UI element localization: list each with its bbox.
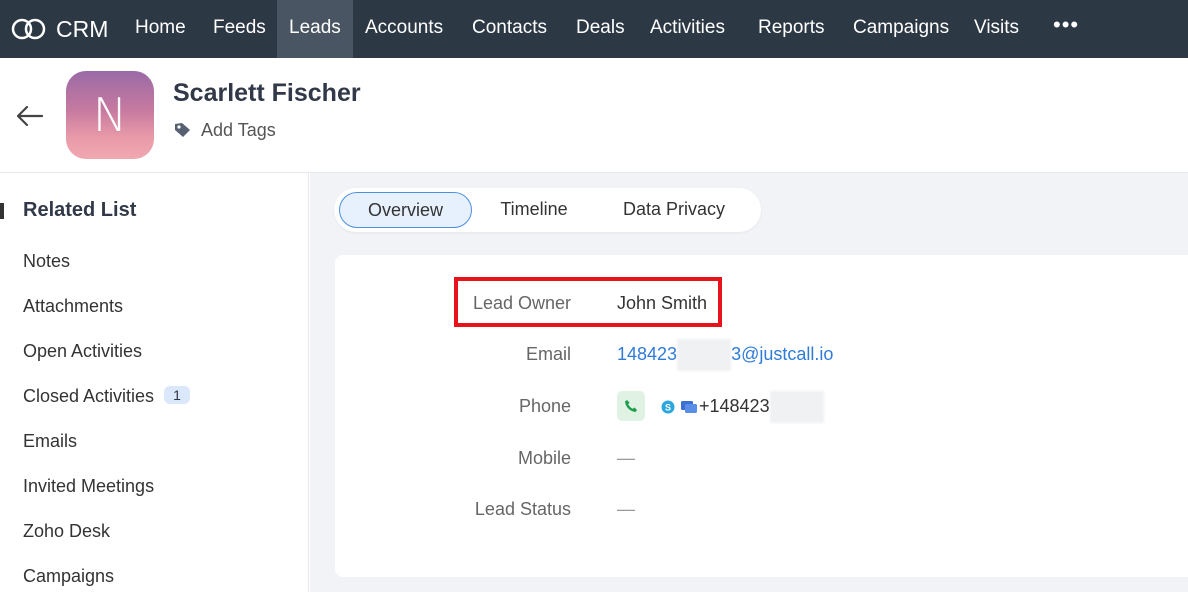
nav-campaigns[interactable]: Campaigns [841,0,961,58]
phone-call-icon [625,400,637,412]
call-button[interactable] [617,391,645,421]
related-list-marker [0,203,4,219]
phone-channel-icons[interactable]: S [661,399,701,415]
related-list-title: Related List [23,199,137,221]
nav-reports[interactable]: Reports [746,0,837,58]
redacted-block [677,339,732,372]
sidebar-item-notes[interactable]: Notes [23,251,70,272]
add-tags-link[interactable]: Add Tags [201,120,276,141]
overview-card: Lead Owner John Smith Email 148423 3@just… [335,255,1188,577]
nav-feeds[interactable]: Feeds [201,0,278,58]
lead-status-label: Lead Status [474,499,571,519]
skype-icon[interactable]: S [661,400,675,414]
nav-home[interactable]: Home [123,0,198,58]
lead-status-value[interactable]: — [617,499,635,520]
lead-owner-value[interactable]: John Smith [617,293,707,314]
nav-visits[interactable]: Visits [962,0,1031,58]
sidebar-item-attachments[interactable]: Attachments [23,296,123,317]
related-list-sidebar: Related List Notes Attachments Open Acti… [0,173,309,592]
nav-more-icon[interactable]: ••• [1053,0,1079,58]
record-tabs: Overview Timeline Data Privacy [334,188,761,232]
phone-number-text: +148423 [699,396,770,416]
tab-timeline[interactable]: Timeline [480,192,588,228]
count-badge: 1 [164,386,190,404]
record-header: N Scarlett Fischer Add Tags [0,58,1188,173]
logo-text: CRM [56,15,109,42]
sidebar-item-zoho-desk[interactable]: Zoho Desk [23,521,110,542]
phone-value[interactable]: +148423 [699,391,824,424]
crm-logo[interactable]: CRM [10,0,108,58]
sidebar-item-emails[interactable]: Emails [23,431,77,452]
chat-icon[interactable] [681,401,697,413]
lead-owner-label: Lead Owner [472,293,571,313]
main-content: Overview Timeline Data Privacy Lead Owne… [310,173,1188,592]
tab-data-privacy[interactable]: Data Privacy [604,192,744,228]
top-nav: CRM Home Feeds Leads Accounts Contacts D… [0,0,1188,58]
email-suffix: 3@justcall.io [731,344,834,364]
svg-text:S: S [665,403,671,413]
email-value[interactable]: 148423 3@justcall.io [617,339,834,372]
arrow-left-icon[interactable] [14,102,46,130]
sidebar-item-open-activities[interactable]: Open Activities [23,341,142,362]
avatar[interactable]: N [66,71,154,159]
redacted-block [769,391,824,424]
nav-leads[interactable]: Leads [277,0,353,58]
nav-contacts[interactable]: Contacts [460,0,559,58]
sidebar-item-invited-meetings[interactable]: Invited Meetings [23,476,154,497]
record-name: Scarlett Fischer [173,79,361,107]
nav-activities[interactable]: Activities [638,0,737,58]
mobile-label: Mobile [517,448,571,468]
tag-icon[interactable] [174,122,192,138]
sidebar-item-label: Closed Activities [23,386,155,406]
email-label: Email [525,344,571,364]
nav-accounts[interactable]: Accounts [353,0,455,58]
tab-overview[interactable]: Overview [339,192,472,228]
phone-label: Phone [518,396,571,416]
email-prefix: 148423 [617,344,678,364]
sidebar-item-campaigns[interactable]: Campaigns [23,566,114,587]
mobile-value[interactable]: — [617,448,635,469]
sidebar-item-closed-activities[interactable]: Closed Activities 1 [23,386,190,407]
crm-logo-icon [11,18,46,40]
nav-deals[interactable]: Deals [564,0,637,58]
